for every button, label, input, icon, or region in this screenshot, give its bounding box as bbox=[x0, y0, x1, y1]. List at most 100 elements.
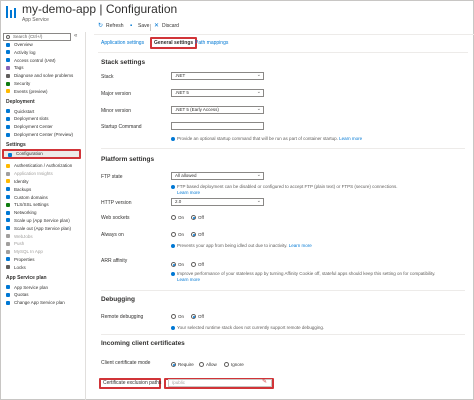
sidebar-item-quickstart[interactable]: Quickstart bbox=[2, 108, 82, 115]
sidebar-item-tags[interactable]: Tags bbox=[2, 64, 82, 71]
sidebar-item-properties[interactable]: Properties bbox=[2, 256, 82, 263]
arr-affinity-off-radio[interactable]: Off bbox=[191, 262, 204, 267]
refresh-icon: ↻ bbox=[98, 23, 104, 29]
sidebar-item-label: Custom domains bbox=[14, 194, 48, 200]
key-icon bbox=[6, 163, 10, 168]
debugging-heading: Debugging bbox=[101, 296, 135, 303]
sidebar-item-webjobs[interactable]: WebJobs bbox=[2, 233, 82, 240]
web-sockets-on-radio[interactable]: On bbox=[171, 215, 184, 220]
always-on-off-radio[interactable]: Off bbox=[191, 232, 204, 237]
major-version-value: .NET 5 bbox=[175, 90, 189, 95]
sidebar-item-backups[interactable]: Backups bbox=[2, 186, 82, 193]
web-sockets-label: Web sockets bbox=[101, 215, 130, 221]
sidebar-item-scale-out-app-service-plan[interactable]: Scale out (App Service plan) bbox=[2, 225, 82, 232]
sidebar-item-label: Quickstart bbox=[14, 108, 35, 114]
sidebar-item-events-preview[interactable]: Events (preview) bbox=[2, 88, 82, 95]
minor-version-dropdown[interactable]: .NET 5 (Early Access) ⌄ bbox=[171, 106, 264, 114]
tab-path-mappings[interactable]: Path mappings bbox=[195, 40, 228, 46]
sidebar-item-activity-log[interactable]: Activity log bbox=[2, 49, 82, 56]
sidebar-item-label: Activity log bbox=[14, 49, 36, 55]
arr-affinity-on-radio[interactable]: On bbox=[171, 262, 184, 267]
web-sockets-off-radio[interactable]: Off bbox=[191, 215, 204, 220]
sidebar-item-deployment-center[interactable]: Deployment Center bbox=[2, 123, 82, 130]
platform-settings-heading: Platform settings bbox=[101, 156, 155, 163]
learn-more-link[interactable]: Learn more bbox=[177, 277, 200, 282]
sidebar-item-application-insights[interactable]: Application Insights bbox=[2, 170, 82, 177]
http-version-label: HTTP version bbox=[101, 200, 132, 206]
sidebar-search-input[interactable]: Search (Ctrl+/) bbox=[3, 33, 71, 41]
search-placeholder: Search (Ctrl+/) bbox=[13, 34, 43, 39]
cert-mode-allow-radio[interactable]: Allow bbox=[199, 362, 217, 367]
sidebar-item-label: Locks bbox=[14, 264, 26, 270]
major-version-dropdown[interactable]: .NET 5 ⌄ bbox=[171, 89, 264, 97]
refresh-label: Refresh bbox=[106, 23, 124, 29]
sidebar-item-authentication-authorization[interactable]: Authentication / Authorization bbox=[2, 162, 82, 169]
refresh-button[interactable]: ↻ Refresh bbox=[98, 23, 124, 29]
discard-button[interactable]: ✕ Discard bbox=[154, 23, 179, 29]
sidebar-item-change-app-service-plan[interactable]: Change App Service plan bbox=[2, 299, 82, 306]
sidebar-item-label: TLS/SSL settings bbox=[14, 202, 49, 208]
info-icon bbox=[171, 184, 175, 189]
always-on-on-radio[interactable]: On bbox=[171, 232, 184, 237]
radio-label: Off bbox=[198, 262, 204, 267]
cert-mode-ignore-radio[interactable]: Ignore bbox=[224, 362, 244, 367]
radio-circle bbox=[224, 362, 229, 367]
stack-label: Stack bbox=[101, 74, 114, 80]
remote-debugging-info: Your selected runtime stack does not cur… bbox=[171, 325, 324, 330]
sidebar-item-overview[interactable]: Overview bbox=[2, 41, 82, 48]
sidebar-item-mysql-in-app[interactable]: MySQL In App bbox=[2, 248, 82, 255]
info-icon bbox=[171, 136, 175, 141]
sidebar-item-label: Scale up (App Service plan) bbox=[14, 217, 70, 223]
remote-debugging-off-radio[interactable]: Off bbox=[191, 314, 204, 319]
minor-version-label: Minor version bbox=[101, 108, 132, 114]
sidebar-item-scale-up-app-service-plan[interactable]: Scale up (App Service plan) bbox=[2, 217, 82, 224]
http-version-value: 2.0 bbox=[175, 199, 182, 204]
ftp-info-text: FTP based deployment can be disabled or … bbox=[177, 184, 398, 189]
save-button[interactable]: ▪ Save bbox=[130, 23, 149, 29]
radio-label: Off bbox=[198, 232, 204, 237]
tab-general-settings[interactable]: General settings bbox=[150, 37, 198, 49]
learn-more-link[interactable]: Learn more bbox=[177, 190, 200, 195]
chevron-down-icon: ⌄ bbox=[256, 198, 261, 204]
bulb-icon bbox=[6, 171, 10, 176]
sidebar-item-quotas[interactable]: Quotas bbox=[2, 291, 82, 298]
chevron-down-icon: ⌄ bbox=[256, 72, 261, 78]
sidebar-item-configuration[interactable]: Configuration bbox=[2, 149, 81, 160]
collapse-sidebar-icon[interactable]: « bbox=[74, 33, 77, 39]
client-cert-mode-label: Client certificate mode bbox=[101, 360, 151, 366]
stack-dropdown[interactable]: .NET ⌄ bbox=[171, 72, 264, 80]
cert-exclusion-paths-input[interactable]: /public bbox=[168, 379, 272, 387]
learn-more-link[interactable]: Learn more bbox=[339, 136, 362, 141]
sidebar-item-app-service-plan[interactable]: App Service plan bbox=[2, 284, 82, 291]
tab-application-settings[interactable]: Application settings bbox=[101, 40, 144, 46]
sidebar-item-locks[interactable]: Locks bbox=[2, 264, 82, 271]
sidebar-item-diagnose-and-solve-problems[interactable]: Diagnose and solve problems bbox=[2, 72, 82, 79]
startup-command-label: Startup Command bbox=[101, 124, 142, 130]
client-certificates-heading: Incoming client certificates bbox=[101, 340, 185, 347]
remote-debugging-on-radio[interactable]: On bbox=[171, 314, 184, 319]
startup-command-input[interactable] bbox=[171, 122, 264, 130]
sidebar-item-networking[interactable]: Networking bbox=[2, 209, 82, 216]
sidebar-item-push[interactable]: Push bbox=[2, 240, 82, 247]
learn-more-link[interactable]: Learn more bbox=[289, 243, 312, 248]
sidebar-item-deployment-center-preview[interactable]: Deployment Center (Preview) bbox=[2, 131, 82, 138]
page-subtitle: App Service bbox=[22, 17, 49, 23]
sidebar-item-security[interactable]: Security bbox=[2, 80, 82, 87]
chevron-down-icon: ⌄ bbox=[256, 89, 261, 95]
sidebar-item-identity[interactable]: Identity bbox=[2, 178, 82, 185]
radio-circle bbox=[171, 232, 176, 237]
http-version-dropdown[interactable]: 2.0 ⌄ bbox=[171, 198, 264, 206]
ftp-state-dropdown[interactable]: All allowed ⌄ bbox=[171, 172, 264, 180]
people-icon bbox=[6, 58, 10, 63]
discard-icon: ✕ bbox=[154, 23, 160, 29]
stack-settings-heading: Stack settings bbox=[101, 59, 146, 66]
sidebar-item-custom-domains[interactable]: Custom domains bbox=[2, 194, 82, 201]
sidebar-item-tls-ssl-settings[interactable]: TLS/SSL settings bbox=[2, 201, 82, 208]
remote-debugging-label: Remote debugging bbox=[101, 314, 144, 320]
sidebar-item-deployment-slots[interactable]: Deployment slots bbox=[2, 115, 82, 122]
sidebar-item-access-control-iam[interactable]: Access control (IAM) bbox=[2, 57, 82, 64]
pencil-edit-icon[interactable]: ✎ bbox=[262, 378, 267, 385]
sidebar-item-label: Overview bbox=[14, 42, 33, 47]
section-divider bbox=[101, 148, 465, 149]
cert-mode-require-radio[interactable]: Require bbox=[171, 362, 194, 367]
